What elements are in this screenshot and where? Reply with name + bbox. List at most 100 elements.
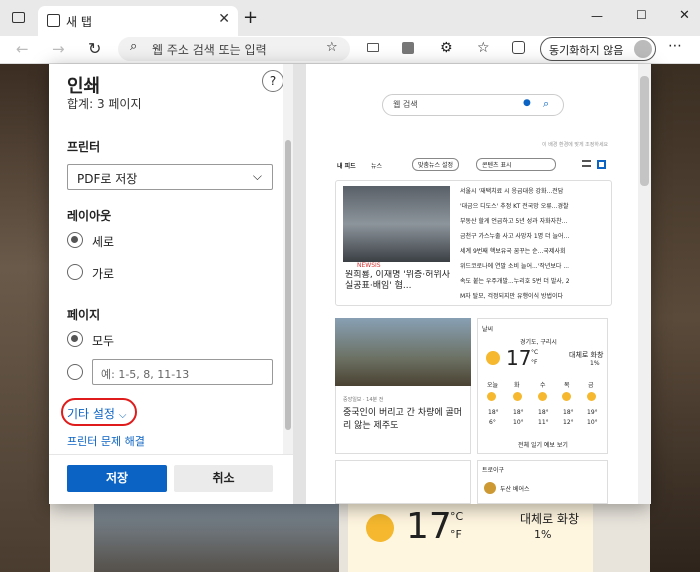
background-weather-card: 17 °C °F 대체로 화창 1% — [348, 504, 593, 572]
favorites-icon[interactable]: ☆ — [477, 40, 490, 56]
mic-icon: ● — [523, 98, 531, 108]
tab-new-tab[interactable]: 새 탭 ✕ — [38, 6, 238, 36]
printer-value: PDF로 저장 — [77, 172, 138, 186]
layout-portrait-label[interactable]: 세로 — [92, 233, 114, 250]
minimize-button[interactable]: — — [591, 9, 603, 23]
custom-news-button: 맞춤뉴스 설정 — [412, 158, 460, 171]
story2-source: 중앙일보 · 14분 전 — [343, 397, 384, 403]
more-options-icon[interactable]: ⋯ — [668, 38, 682, 54]
add-favorite-icon[interactable]: ☆ — [326, 40, 338, 55]
pages-all-radio[interactable] — [67, 331, 83, 347]
weather-location: 경기도, 구리시 — [520, 339, 557, 346]
forecast-high-4: 18° — [563, 409, 574, 416]
collections-icon[interactable] — [512, 41, 525, 54]
reading-view-icon[interactable] — [367, 43, 379, 52]
background-image-right — [650, 64, 700, 572]
headline-6: 위드코로나에 연말 소비 늘어...'작년보다 ... — [460, 263, 570, 270]
sync-label: 동기화하지 않음 — [549, 44, 624, 57]
page-range-placeholder: 예: 1-5, 8, 11-13 — [101, 368, 190, 381]
sync-button[interactable]: 동기화하지 않음 — [540, 37, 656, 61]
list-view-icon — [582, 160, 591, 167]
headline-5: 세계 9번째 핵보유국 꿈꾸는 순...국제사회 — [460, 248, 566, 255]
forecast-low-5: 10° — [587, 419, 598, 426]
forecast-day-4: 목 — [564, 382, 570, 389]
card3-title: 트로이구 — [482, 467, 505, 474]
close-tab-icon[interactable]: ✕ — [218, 11, 230, 27]
preview-search-icon: ⌕ — [543, 97, 550, 110]
pages-custom-radio[interactable] — [67, 364, 83, 380]
tab-actions-icon[interactable] — [12, 12, 25, 23]
weather-desc: 대체로 화창 — [569, 351, 604, 359]
forecast-high-3: 18° — [538, 409, 549, 416]
cancel-button[interactable]: 취소 — [174, 465, 273, 492]
news-photo — [343, 186, 450, 262]
settings-scroll-thumb[interactable] — [285, 140, 291, 430]
news-photo-2 — [335, 318, 471, 386]
weather-sun-icon — [486, 351, 500, 365]
pages-all-label[interactable]: 모두 — [92, 332, 114, 349]
maximize-button[interactable]: ☐ — [636, 8, 647, 22]
page-count: 합계: 3 페이지 — [67, 97, 142, 111]
background-image-left — [0, 64, 50, 572]
back-icon[interactable]: ← — [16, 40, 29, 58]
content-display-button: 콘텐츠 표시 — [476, 158, 556, 171]
preview-search-box: 웹 검색 ● ⌕ — [382, 94, 564, 116]
chevron-down-icon: ⌵ — [118, 410, 127, 421]
weather-unit-f: °F — [531, 359, 538, 366]
weather-title: 날씨 — [482, 326, 494, 333]
pages-label: 페이지 — [67, 308, 101, 322]
forecast-low-1: 6° — [489, 419, 496, 426]
card4-item: 두산 베어스 — [500, 486, 530, 493]
headline-8: M자 탈모, 걱정되지만 유행이식 방법이다 — [460, 293, 564, 300]
photo-tag: NEWSIS — [357, 262, 381, 269]
headline-7: 속도 붙는 우주개발...누리호 5번 더 발사, 2 — [460, 278, 570, 285]
weather-rain: 1% — [590, 360, 600, 367]
address-bar[interactable]: ⌕ 웹 주소 검색 또는 입력 — [118, 37, 350, 61]
more-settings-link[interactable]: 기타 설정 ⌵ — [67, 405, 126, 422]
story2-headline: 중국인이 버리고 간 차량에 골머리 앓는 제주도 — [343, 408, 463, 431]
forecast-day-3: 수 — [540, 382, 546, 389]
forecast-high-1: 18° — [488, 409, 499, 416]
forecast-high-2: 18° — [513, 409, 524, 416]
forward-icon[interactable]: → — [52, 40, 65, 58]
printer-troubleshoot-link[interactable]: 프린터 문제 해결 — [67, 433, 145, 449]
forecast-icon-1 — [487, 392, 496, 401]
background-photo — [94, 504, 339, 572]
save-button[interactable]: 저장 — [67, 465, 167, 492]
printer-label: 프린터 — [67, 140, 101, 154]
feed-note: 이 배경 환경에 맞게 조정하세요 — [542, 142, 609, 148]
layout-portrait-radio[interactable] — [67, 232, 83, 248]
help-button[interactable]: ? — [262, 70, 284, 92]
forecast-icon-5 — [587, 392, 596, 401]
feed-tab-myfeed: 내 피드 — [337, 163, 356, 170]
puzzle-icon[interactable]: ⚙ — [440, 40, 453, 56]
layout-landscape-label[interactable]: 가로 — [92, 265, 114, 282]
news-card-3 — [335, 460, 471, 504]
address-placeholder: 웹 주소 검색 또는 입력 — [152, 43, 267, 57]
forecast-low-3: 11° — [538, 419, 549, 426]
tab-title: 새 탭 — [66, 15, 92, 29]
forecast-icon-4 — [562, 392, 571, 401]
preview-scroll-thumb[interactable] — [640, 76, 649, 186]
extension-icon[interactable] — [402, 42, 414, 54]
printer-select[interactable]: PDF로 저장 ⌵ — [67, 164, 273, 190]
background-unit-c: °C — [450, 510, 464, 523]
feed-tab-news: 뉴스 — [371, 163, 383, 170]
background-desc: 대체로 화창 — [520, 512, 580, 526]
layout-label: 레이아웃 — [67, 209, 112, 223]
forecast-low-2: 10° — [513, 419, 524, 426]
forecast-icon-2 — [513, 392, 522, 401]
forecast-day-5: 금 — [588, 382, 594, 389]
forecast-high-5: 19° — [587, 409, 598, 416]
close-window-button[interactable]: ✕ — [679, 8, 690, 23]
headline-1: 서울시 '재택치료 시 응급대응 강화...전담 — [460, 188, 564, 195]
new-tab-button[interactable]: + — [243, 7, 258, 28]
layout-landscape-radio[interactable] — [67, 264, 83, 280]
headline-3: 부동산 할게 언급하고 5년 성과 자화자찬... — [460, 218, 568, 225]
refresh-icon[interactable]: ↻ — [88, 39, 101, 58]
forecast-day-2: 화 — [514, 382, 520, 389]
page-range-input[interactable]: 예: 1-5, 8, 11-13 — [92, 359, 273, 385]
sunny-icon — [366, 514, 394, 542]
forecast-day-1: 오늘 — [487, 382, 499, 389]
forecast-low-4: 12° — [563, 419, 574, 426]
